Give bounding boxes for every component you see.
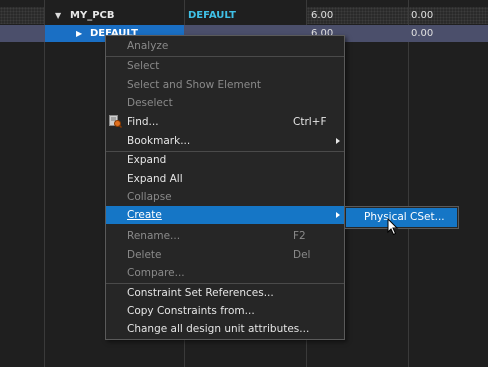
menu-item-expand-all[interactable]: Expand All	[106, 170, 344, 188]
menu-item-change-design-unit-attributes[interactable]: Change all design unit attributes...	[106, 320, 344, 338]
collapse-arrow-icon[interactable]: ▶	[76, 25, 82, 42]
submenu-arrow-icon	[336, 138, 340, 144]
find-icon	[109, 115, 122, 128]
menu-item-constraint-set-references[interactable]: Constraint Set References...	[106, 284, 344, 302]
menu-item-create[interactable]: Create	[106, 206, 344, 224]
grid-line	[408, 0, 409, 367]
submenu-arrow-icon	[336, 212, 340, 218]
row-cset: DEFAULT	[188, 10, 236, 21]
grid-line	[44, 0, 45, 367]
menu-item-rename[interactable]: Rename... F2	[106, 227, 344, 245]
table-row[interactable]: ▼ MY_PCB DEFAULT 6.00 0.00	[0, 7, 488, 24]
constraint-manager-worksheet: ▼ MY_PCB DEFAULT 6.00 0.00 ▶ DEFAULT 6.0…	[0, 0, 488, 367]
row-name: MY_PCB	[70, 10, 115, 21]
mouse-pointer-icon	[387, 218, 399, 236]
menu-item-collapse[interactable]: Collapse	[106, 188, 344, 206]
menu-item-expand[interactable]: Expand	[106, 151, 344, 169]
row-value: 0.00	[411, 28, 434, 39]
menu-item-find[interactable]: Find... Ctrl+F	[106, 113, 344, 131]
menu-item-bookmark[interactable]: Bookmark...	[106, 132, 344, 150]
menu-item-deselect[interactable]: Deselect	[106, 94, 344, 112]
row-value: 6.00	[311, 10, 334, 21]
row-value: 0.00	[411, 10, 434, 21]
create-submenu: Physical CSet...	[344, 206, 459, 229]
submenu-item-physical-cset[interactable]: Physical CSet...	[346, 208, 457, 227]
menu-item-analyze[interactable]: Analyze	[106, 37, 344, 55]
menu-item-compare[interactable]: Compare...	[106, 264, 344, 282]
context-menu: Analyze Select Select and Show Element D…	[105, 35, 345, 340]
menu-item-select-and-show-element[interactable]: Select and Show Element	[106, 76, 344, 94]
menu-item-delete[interactable]: Delete Del	[106, 246, 344, 264]
shortcut-label: F2	[293, 230, 306, 242]
menu-item-copy-constraints-from[interactable]: Copy Constraints from...	[106, 302, 344, 320]
shortcut-label: Ctrl+F	[293, 116, 327, 128]
shortcut-label: Del	[293, 249, 311, 261]
expand-arrow-icon[interactable]: ▼	[55, 7, 61, 24]
menu-item-select[interactable]: Select	[106, 57, 344, 75]
